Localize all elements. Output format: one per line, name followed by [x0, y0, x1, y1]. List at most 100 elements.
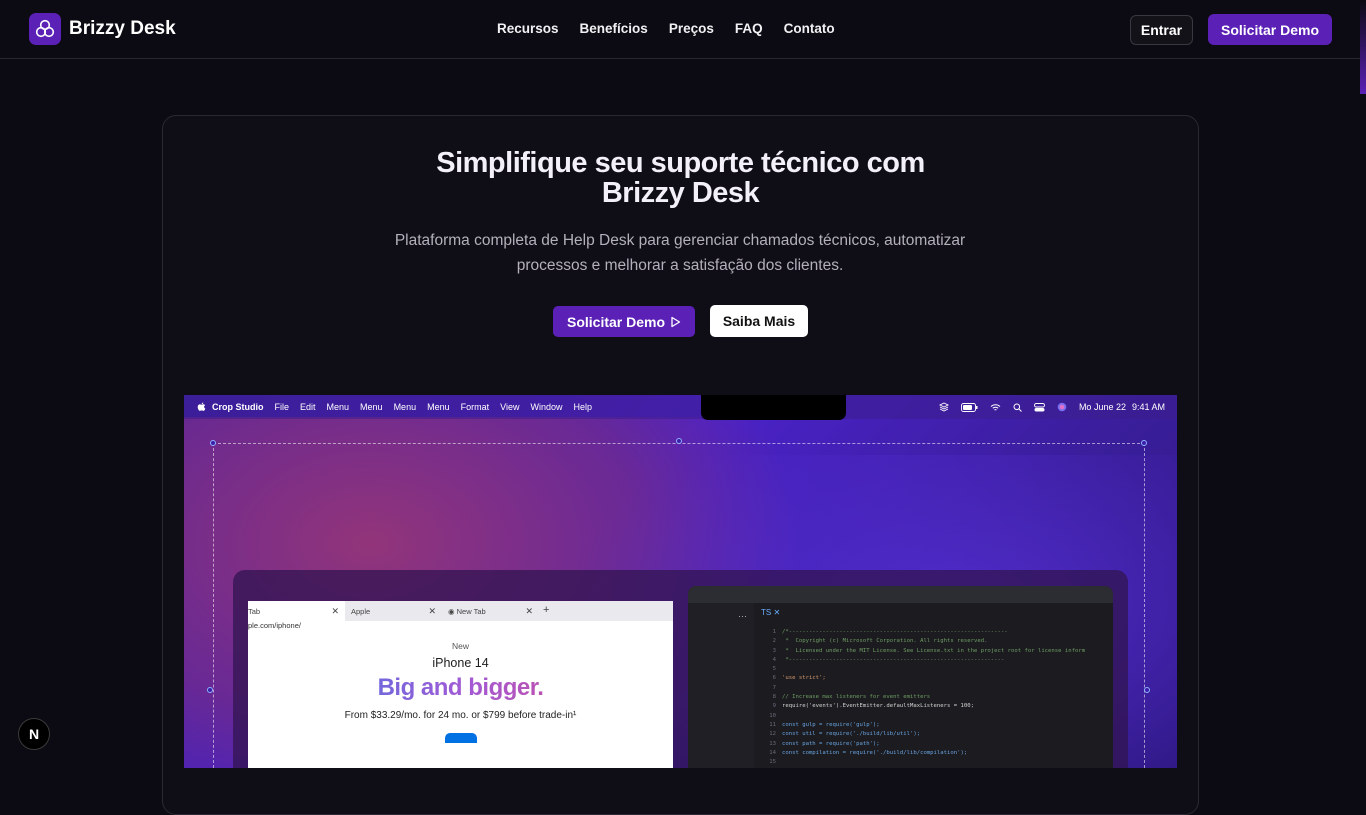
next-dev-indicator-button[interactable]: N — [18, 718, 50, 750]
scrollbar[interactable] — [1360, 0, 1366, 94]
hero-title-line1: Simplifique seu suporte técnico com — [436, 147, 925, 179]
code-line: 13 const path = require('path'); — [760, 740, 1085, 749]
line-text: * Copyright (c) Microsoft Corporation. A… — [782, 638, 988, 645]
play-icon — [671, 316, 681, 327]
line-number: 9 — [772, 703, 776, 710]
product-mockup: Crop Studio File Edit Menu Menu Menu Men… — [184, 395, 1177, 768]
hero-title-line2: Brizzy Desk — [601, 177, 760, 209]
menubar-menu-1[interactable]: Menu — [327, 402, 350, 412]
hero-subtitle-line2: processos e melhorar a satisfação dos cl… — [516, 257, 844, 274]
code-editor-window: ··· TS ✕ 1 /*----------------------------… — [688, 586, 1113, 768]
line-text: /*--------------------------------------… — [782, 629, 1008, 635]
crop-handle-top-right[interactable] — [1141, 440, 1147, 446]
next-logo-icon: N — [28, 726, 40, 742]
menubar-format[interactable]: Format — [461, 402, 490, 412]
wifi-icon — [990, 403, 1001, 410]
nav-item-faq[interactable]: FAQ — [735, 21, 763, 36]
battery-icon — [960, 402, 978, 412]
line-text: const compilation = require('./build/lib… — [782, 749, 968, 756]
browser-tab-new[interactable]: ◉ New Tab ✕ — [442, 601, 539, 621]
page-model-name: iPhone 14 — [432, 656, 489, 670]
code-line: 12 const util = require('./build/lib/util… — [760, 730, 1085, 739]
editor-sidebar — [688, 603, 754, 768]
line-text: const path = require('path'); — [782, 740, 880, 747]
code-lines: 1 /*-------------------------------------… — [760, 628, 1085, 767]
page-eyebrow: New — [451, 641, 469, 651]
menubar-file[interactable]: File — [275, 402, 290, 412]
main-nav: Recursos Benefícios Preços FAQ Contato — [497, 21, 835, 36]
menubar-menu-2[interactable]: Menu — [360, 402, 383, 412]
crop-handle-top-center[interactable] — [676, 438, 682, 444]
menubar-menu-4[interactable]: Menu — [427, 402, 450, 412]
new-tab-plus-icon[interactable]: + — [539, 601, 559, 621]
close-tab-icon[interactable]: ✕ — [428, 606, 436, 617]
top-navbar: Brizzy Desk Recursos Benefícios Preços F… — [0, 0, 1366, 59]
browser-url-bar[interactable]: ple.com/iphone/ — [248, 621, 673, 633]
more-options-icon[interactable]: ··· — [738, 611, 747, 621]
request-demo-label: Solicitar Demo — [566, 313, 666, 330]
code-line: 8 // Increase max listeners for event emi… — [760, 693, 1085, 702]
line-text: const gulp = require('gulp'); — [782, 721, 880, 728]
search-icon — [1013, 403, 1022, 412]
code-line: 14 const compilation = require('./build/l… — [760, 749, 1085, 758]
line-number: 1 — [772, 629, 776, 635]
globe-icon: ◉ — [448, 607, 457, 616]
browser-tab-apple[interactable]: Apple ✕ — [345, 601, 442, 621]
line-number: 15 — [769, 759, 776, 766]
page-headline: Big and bigger. — [248, 674, 673, 702]
line-number: 11 — [769, 721, 776, 728]
code-line: 11 const gulp = require('gulp'); — [760, 721, 1085, 730]
menubar-status-area: Mo June 22 9:41 AM — [938, 395, 1165, 419]
menubar-help[interactable]: Help — [573, 402, 592, 412]
layers-icon — [938, 402, 949, 412]
menubar-window[interactable]: Window — [530, 402, 562, 412]
brizzy-logo-icon — [29, 13, 61, 45]
code-line: 4 *-------------------------------------… — [760, 656, 1085, 665]
crop-handle-left[interactable] — [207, 687, 213, 693]
nav-item-beneficios[interactable]: Benefícios — [580, 21, 648, 36]
menubar-view[interactable]: View — [500, 402, 519, 412]
line-number: 14 — [769, 749, 776, 756]
request-demo-button[interactable]: Solicitar Demo — [553, 306, 695, 337]
nav-item-contato[interactable]: Contato — [784, 21, 835, 36]
line-number: 4 — [772, 656, 776, 663]
line-number: 10 — [769, 712, 776, 719]
code-line: 5 — [760, 665, 1085, 674]
code-line: 1 /*-------------------------------------… — [760, 628, 1085, 637]
close-tab-icon[interactable]: ✕ — [525, 606, 533, 617]
line-text: 'use strict'; — [782, 675, 826, 682]
code-line: 9 require('events').EventEmitter.defaultM… — [760, 702, 1085, 711]
menubar-time: 9:41 AM — [1131, 402, 1165, 412]
line-number: 6 — [772, 675, 776, 682]
login-button[interactable]: Entrar — [1130, 15, 1193, 45]
menubar-menu-3[interactable]: Menu — [394, 402, 417, 412]
code-line: 2 * Copyright (c) Microsoft Corporation.… — [760, 637, 1085, 646]
menubar-edit[interactable]: Edit — [300, 402, 316, 412]
line-number: 13 — [769, 740, 776, 747]
code-line: 10 — [760, 712, 1085, 721]
close-tab-icon[interactable]: ✕ — [331, 606, 339, 617]
crop-handle-right[interactable] — [1144, 687, 1150, 693]
browser-tab-label: New Tab — [456, 607, 486, 616]
browser-page-content: New iPhone 14 Big and bigger. From $33.2… — [248, 641, 673, 743]
menubar-date: Mo June 22 — [1078, 402, 1126, 412]
brand-logo[interactable]: Brizzy Desk — [29, 13, 176, 45]
menubar-app-name: Crop Studio — [212, 402, 264, 412]
line-text: require('events').EventEmitter.defaultMa… — [782, 703, 974, 710]
line-number: 3 — [772, 647, 776, 654]
browser-tab-label: Tab — [248, 607, 261, 616]
crop-handle-top-left[interactable] — [210, 440, 216, 446]
editor-tab[interactable]: TS ✕ — [761, 608, 780, 617]
code-line: 3 * Licensed under the MIT License. See … — [760, 647, 1085, 656]
learn-more-button[interactable]: Saiba Mais — [710, 305, 808, 337]
brand-name: Brizzy Desk — [69, 18, 176, 39]
nav-item-recursos[interactable]: Recursos — [497, 21, 559, 36]
page-buy-button[interactable] — [444, 733, 477, 743]
apple-logo-icon — [197, 402, 206, 411]
browser-tab-active[interactable]: Tab ✕ — [248, 601, 345, 621]
nav-item-precos[interactable]: Preços — [669, 21, 714, 36]
request-demo-header-button[interactable]: Solicitar Demo — [1208, 14, 1332, 45]
line-text: * Licensed under the MIT License. See Li… — [782, 647, 1086, 654]
control-center-icon — [1033, 402, 1045, 411]
editor-title-bar — [688, 586, 1113, 603]
